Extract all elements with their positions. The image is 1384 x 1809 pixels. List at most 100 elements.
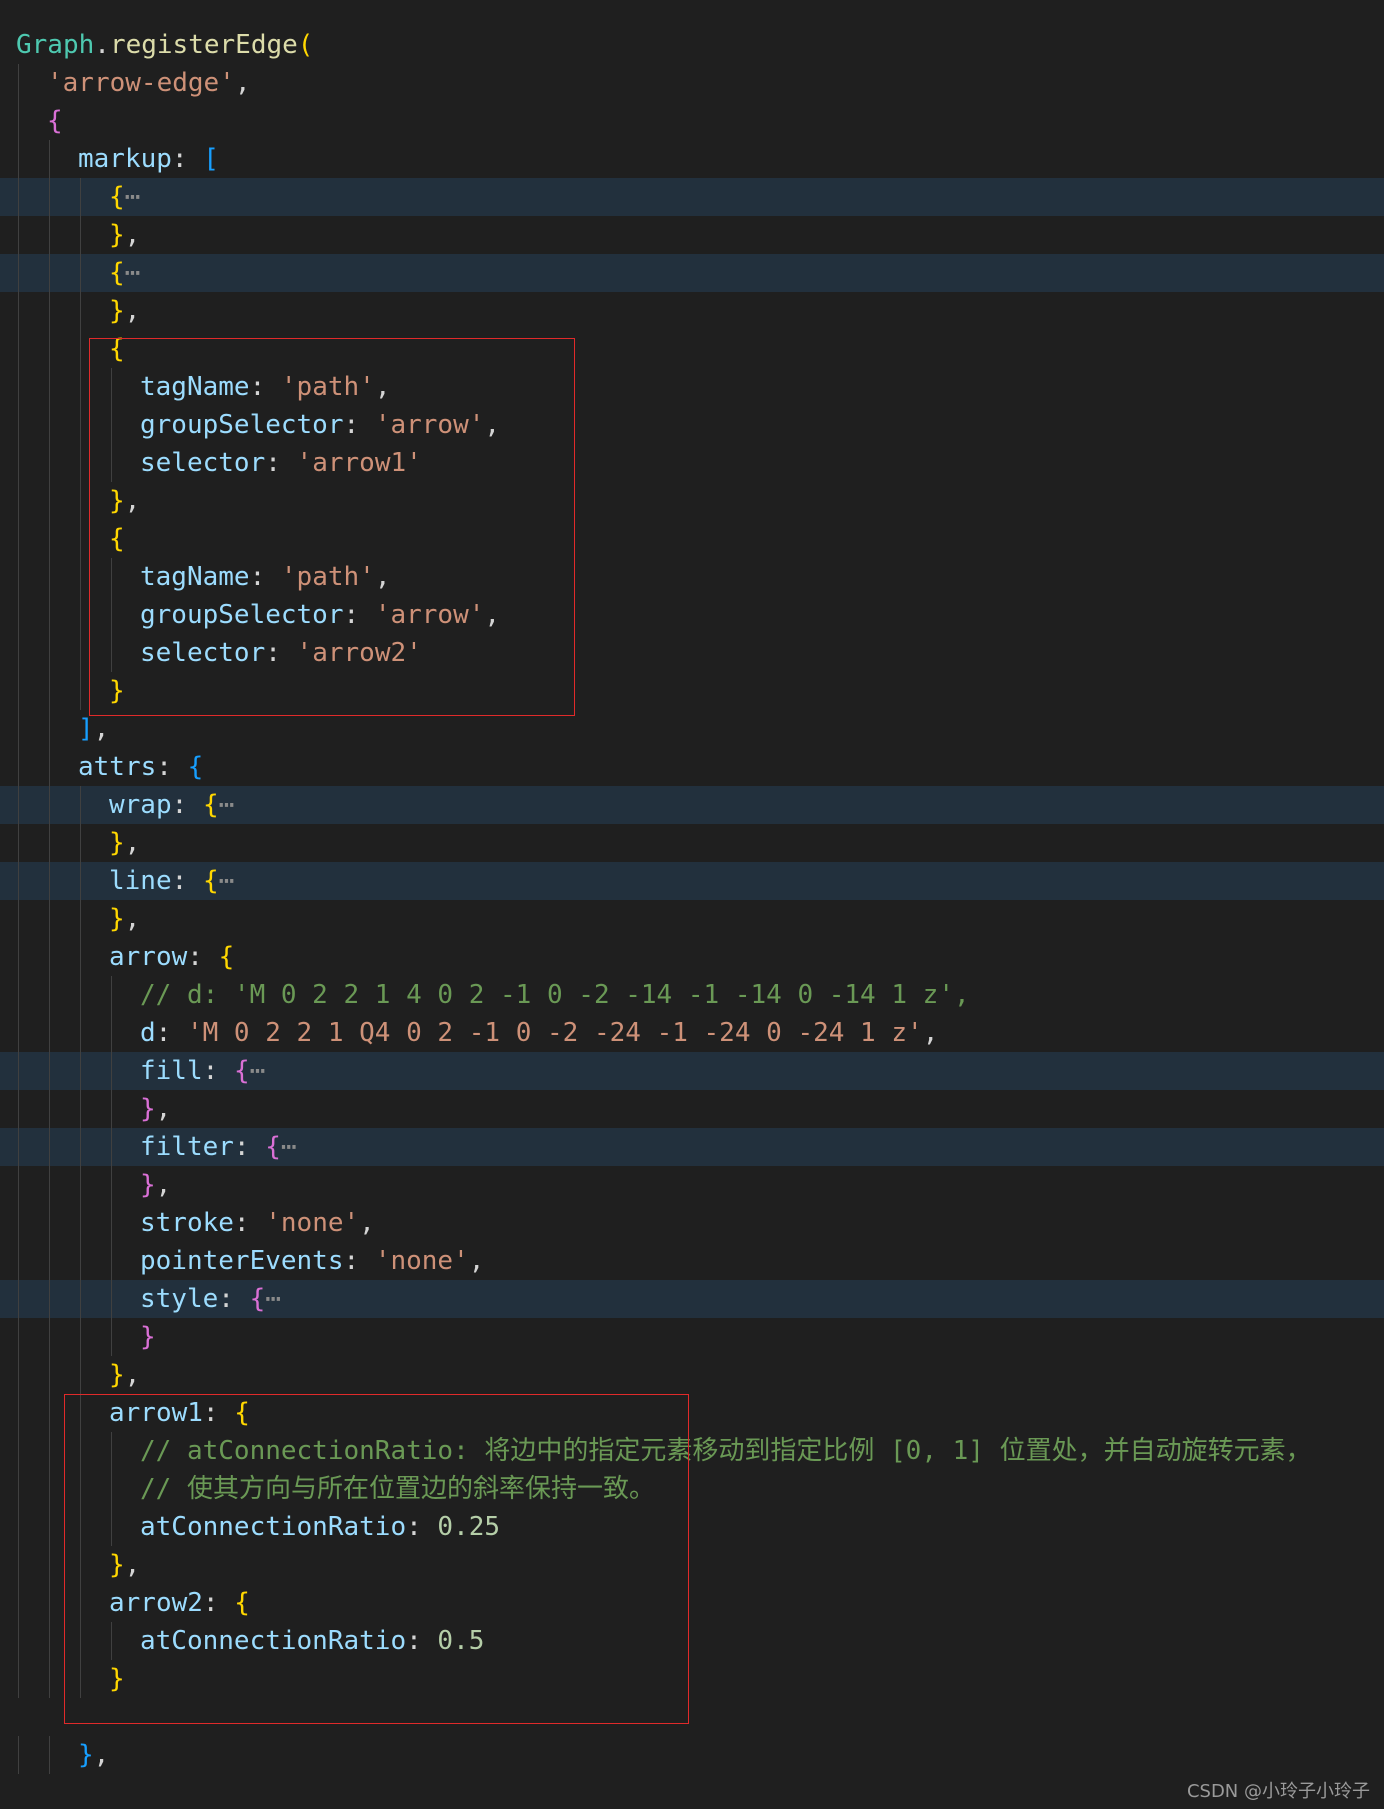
code-token: 'none': [374, 1246, 469, 1276]
folded-code-line[interactable]: {⋯: [0, 178, 1384, 216]
fold-ellipsis-icon[interactable]: ⋯: [250, 1056, 266, 1086]
folded-code-line[interactable]: filter: {⋯: [0, 1128, 1384, 1166]
indent-guide: [18, 596, 19, 634]
code-token: {: [47, 106, 63, 136]
indent-guide: [111, 1204, 112, 1242]
code-token: attrs: [78, 752, 157, 782]
code-token: arrow: [109, 942, 188, 972]
indent-guide: [18, 1394, 19, 1432]
indent-guide: [49, 330, 50, 368]
indent-guide: [49, 976, 50, 1014]
indent-guide: [49, 520, 50, 558]
code-token: }: [109, 828, 125, 858]
fold-ellipsis-icon[interactable]: ⋯: [125, 182, 141, 212]
code-token: Graph: [16, 30, 95, 60]
indent-guide: [18, 1090, 19, 1128]
code-line: markup: [: [0, 140, 1384, 178]
indent-guide: [18, 406, 19, 444]
code-line: Graph.registerEdge(: [0, 26, 1384, 64]
indent-guide: [49, 1394, 50, 1432]
code-line-content: {⋯: [109, 178, 140, 216]
indent-guide: [80, 254, 81, 292]
code-token: markup: [78, 144, 172, 174]
code-line-content: d: 'M 0 2 2 1 Q4 0 2 -1 0 -2 -24 -1 -24 …: [140, 1014, 938, 1052]
indent-guide: [18, 1584, 19, 1622]
indent-guide: [18, 862, 19, 900]
indent-guide: [18, 216, 19, 254]
code-line: arrow: {: [0, 938, 1384, 976]
indent-guide: [18, 444, 19, 482]
folded-code-line[interactable]: line: {⋯: [0, 862, 1384, 900]
code-line-content: filter: {⋯: [140, 1128, 297, 1166]
indent-guide: [80, 444, 81, 482]
code-line: 'arrow-edge',: [0, 64, 1384, 102]
code-line-content: line: {⋯: [109, 862, 234, 900]
folded-code-line[interactable]: wrap: {⋯: [0, 786, 1384, 824]
indent-guide: [18, 330, 19, 368]
code-token: ,: [124, 220, 141, 250]
code-line: // d: 'M 0 2 2 1 4 0 2 -1 0 -2 -14 -1 -1…: [0, 976, 1384, 1014]
code-token: [: [203, 144, 219, 174]
indent-guide: [80, 976, 81, 1014]
code-line-content: },: [109, 900, 140, 938]
indent-guide: [49, 1318, 50, 1356]
code-line-content: },: [109, 216, 140, 254]
indent-guide: [18, 1660, 19, 1698]
code-token: }: [78, 1740, 94, 1770]
code-token: ,: [124, 904, 141, 934]
folded-code-line[interactable]: {⋯: [0, 254, 1384, 292]
indent-guide: [49, 444, 50, 482]
indent-guide: [49, 900, 50, 938]
indent-guide: [18, 1508, 19, 1546]
code-token: :: [171, 866, 203, 896]
code-line: },: [0, 1166, 1384, 1204]
fold-ellipsis-icon[interactable]: ⋯: [219, 790, 235, 820]
code-token: }: [140, 1322, 156, 1352]
code-line-content: },: [140, 1090, 171, 1128]
code-line-content: style: {⋯: [140, 1280, 281, 1318]
code-line-content: },: [78, 1736, 109, 1774]
code-token: d: [140, 1018, 156, 1048]
code-token: }: [109, 296, 125, 326]
code-token: }: [109, 220, 125, 250]
code-token: :: [171, 144, 204, 174]
code-line: },: [0, 1736, 1384, 1774]
code-line-content: },: [140, 1166, 171, 1204]
indent-guide: [80, 824, 81, 862]
indent-guide: [80, 1280, 81, 1318]
code-line-content: attrs: {: [78, 748, 203, 786]
indent-guide: [18, 178, 19, 216]
markup-highlight-box: [89, 338, 575, 716]
fold-ellipsis-icon[interactable]: ⋯: [265, 1284, 281, 1314]
fold-ellipsis-icon[interactable]: ⋯: [281, 1132, 297, 1162]
code-line-content: {: [47, 102, 63, 140]
indent-guide: [80, 368, 81, 406]
code-line-content: arrow: {: [109, 938, 234, 976]
indent-guide: [80, 1318, 81, 1356]
code-token: filter: [140, 1132, 234, 1162]
folded-code-line[interactable]: fill: {⋯: [0, 1052, 1384, 1090]
code-token: pointerEvents: [140, 1246, 344, 1276]
indent-guide: [49, 406, 50, 444]
indent-guide: [18, 748, 19, 786]
code-line: }: [0, 1318, 1384, 1356]
fold-ellipsis-icon[interactable]: ⋯: [125, 258, 141, 288]
code-token: ,: [124, 828, 141, 858]
indent-guide: [111, 976, 112, 1014]
indent-guide: [80, 1204, 81, 1242]
indent-guide: [18, 976, 19, 1014]
arrow-attrs-highlight-box: [64, 1394, 689, 1724]
indent-guide: [18, 1052, 19, 1090]
folded-code-line[interactable]: style: {⋯: [0, 1280, 1384, 1318]
indent-guide: [49, 1128, 50, 1166]
indent-guide: [49, 368, 50, 406]
code-line-content: },: [109, 1356, 140, 1394]
code-editor[interactable]: Graph.registerEdge('arrow-edge', { markup:…: [0, 0, 1384, 1809]
code-token: fill: [140, 1056, 203, 1086]
fold-ellipsis-icon[interactable]: ⋯: [219, 866, 235, 896]
indent-guide: [49, 1090, 50, 1128]
indent-guide: [80, 1052, 81, 1090]
indent-guide: [49, 292, 50, 330]
code-token: (: [297, 30, 314, 60]
code-line: {: [0, 102, 1384, 140]
